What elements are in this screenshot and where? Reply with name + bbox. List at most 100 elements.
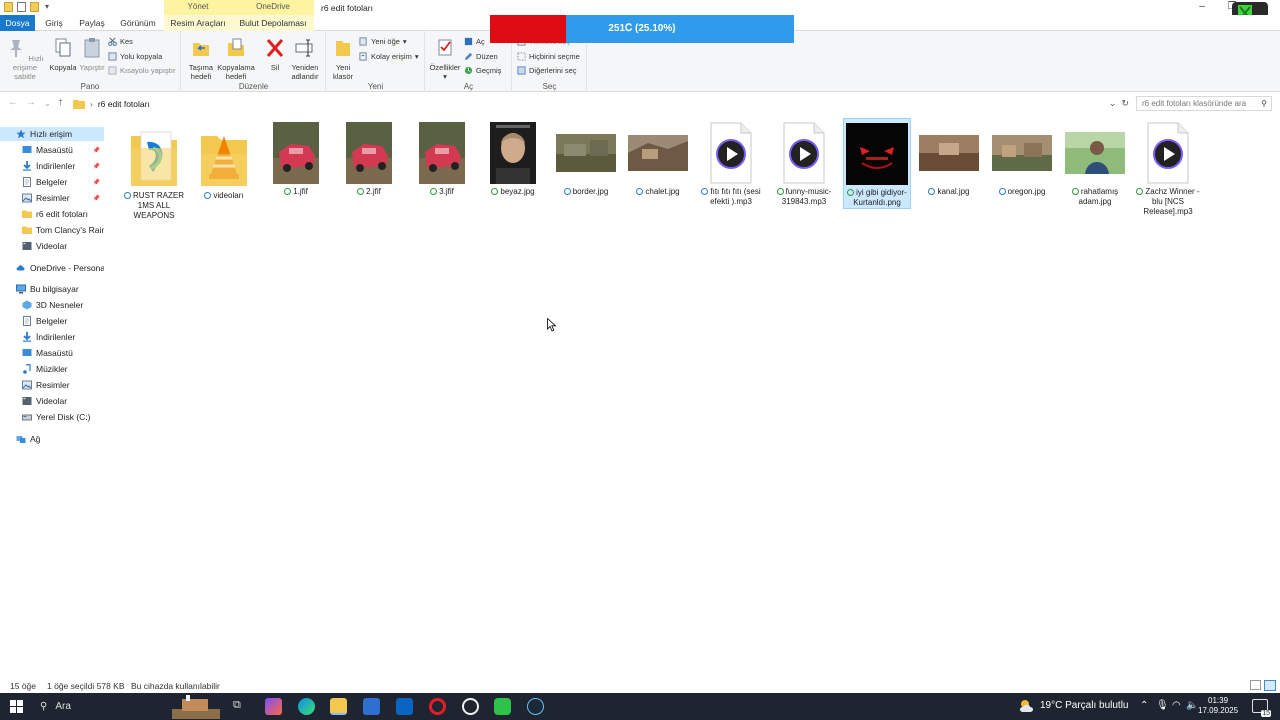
file-item[interactable]: beyaz.jpg	[479, 118, 547, 197]
copy-path-button[interactable]: Yolu kopyala	[108, 52, 162, 61]
copy-to-button[interactable]: Kopyalama hedefi	[216, 37, 256, 81]
minimize-button[interactable]: –	[1192, 0, 1212, 15]
file-item[interactable]: RUST RAZER 1MS ALL WEAPONS	[120, 122, 188, 221]
paste-shortcut-button[interactable]: Kısayolu yapıştır	[108, 66, 175, 75]
steam-icon[interactable]	[527, 698, 544, 715]
large-icons-view-icon[interactable]	[1264, 680, 1276, 691]
file-item[interactable]: iyi gibi gidiyor-Kurtanldı.png	[843, 118, 911, 209]
nav-pc-item-5[interactable]: Resimler	[0, 378, 104, 392]
context-tab-manage[interactable]: Yönet	[164, 0, 232, 15]
opera-icon[interactable]	[429, 698, 446, 715]
tab-share[interactable]: Paylaş	[76, 15, 108, 31]
file-item[interactable]: 3.jfif	[408, 118, 476, 197]
weather-text[interactable]: 19°C Parçalı bulutlu	[1040, 700, 1129, 711]
file-item[interactable]: Zachz Winner - blu [NCS Release].mp3	[1134, 118, 1202, 217]
outlook-icon[interactable]	[396, 698, 413, 715]
history-button[interactable]: Geçmiş	[464, 66, 501, 75]
file-item[interactable]: border.jpg	[552, 118, 620, 197]
nav-network[interactable]: Ağ	[0, 432, 104, 446]
copilot-icon[interactable]	[265, 698, 282, 715]
forward-arrow-icon[interactable]: →	[26, 97, 36, 108]
nav-quick-item-6[interactable]: Videolar	[0, 239, 104, 253]
tab-file[interactable]: Dosya	[0, 15, 35, 31]
chevron-down-icon[interactable]: ⌄	[1109, 98, 1117, 109]
details-view-icon[interactable]	[1250, 680, 1261, 690]
nav-pc-item-7[interactable]: Yerel Disk (C:)	[0, 410, 104, 424]
file-explorer-taskbar-icon[interactable]	[330, 698, 347, 715]
file-item[interactable]: chalet.jpg	[624, 118, 692, 197]
tab-view[interactable]: Görünüm	[116, 15, 160, 31]
easy-access-button[interactable]: Kolay erişim ▾	[359, 52, 419, 61]
paste-button[interactable]: Yapıştır	[78, 37, 106, 72]
pin-quick-access-button[interactable]: Hızlı erişime sabitle	[4, 37, 46, 81]
green-app-icon[interactable]	[494, 698, 511, 715]
tab-home[interactable]: Giriş	[40, 15, 68, 31]
speedometer-icon[interactable]	[462, 698, 479, 715]
properties-quick-icon[interactable]	[17, 2, 26, 12]
file-item[interactable]: 1.jfif	[262, 118, 330, 197]
nav-this-pc[interactable]: Bu bilgisayar	[0, 282, 104, 296]
context-tab-onedrive[interactable]: OneDrive	[232, 0, 314, 15]
nav-pc-item-2[interactable]: İndirilenler	[0, 330, 104, 344]
invert-selection-button[interactable]: Diğerlerini seç	[517, 66, 577, 75]
file-name: border.jpg	[552, 187, 620, 197]
nav-quick-item-0[interactable]: Masaüstü 📌	[0, 143, 104, 157]
breadcrumb[interactable]: r6 edit fotoları	[98, 99, 150, 109]
file-item[interactable]: kanal.jpg	[915, 118, 983, 197]
nav-pc-item-0[interactable]: 3D Nesneler	[0, 298, 104, 312]
properties-button[interactable]: Özellikler ▾	[428, 37, 462, 81]
file-item[interactable]: funny-music-319843.mp3	[770, 118, 838, 207]
back-arrow-icon[interactable]: ←	[8, 97, 18, 108]
file-name-text: Zachz Winner - blu [NCS Release].mp3	[1143, 187, 1200, 216]
nav-pc-item-3[interactable]: Masaüstü	[0, 346, 104, 360]
recent-chevron-icon[interactable]: ⌄	[44, 99, 51, 108]
edge-icon[interactable]	[298, 698, 315, 715]
photo-image-icon	[1065, 132, 1125, 174]
delete-button[interactable]: Sil	[264, 37, 286, 72]
nav-quick-item-5[interactable]: Tom Clancy's Rainb	[0, 223, 104, 237]
nav-quick-item-2[interactable]: Belgeler 📌	[0, 175, 104, 189]
notification-icon[interactable]: 15	[1252, 699, 1271, 717]
windows-start-icon[interactable]	[10, 700, 23, 713]
search-input[interactable]: r6 edit fotoları klasöründe ara ⚲	[1136, 96, 1272, 111]
taskbar-search[interactable]: ⚲ Ara	[32, 693, 222, 720]
file-item[interactable]: rahatlamış adam.jpg	[1061, 118, 1129, 207]
nav-quick-item-4[interactable]: r6 edit fotoları	[0, 207, 104, 221]
tab-picture-tools[interactable]: Resim Araçları	[164, 15, 232, 31]
select-none-button[interactable]: Hiçbirini seçme	[517, 52, 580, 61]
wifi-icon[interactable]: ◠	[1172, 700, 1181, 711]
nav-quick-item-1[interactable]: İndirilenler 📌	[0, 159, 104, 173]
nav-quick-item-3[interactable]: Resimler 📌	[0, 191, 104, 205]
tray-chevron-icon[interactable]: ⌃	[1140, 700, 1148, 711]
address-input[interactable]: › r6 edit fotoları ⌄ ↻	[72, 96, 1132, 111]
store-icon[interactable]	[363, 698, 380, 715]
move-to-button[interactable]: Taşıma hedefi	[186, 37, 216, 81]
weather-icon[interactable]	[1018, 698, 1036, 714]
tab-cloud-storage[interactable]: Bulut Depolaması	[232, 15, 314, 31]
file-item[interactable]: oregon.jpg	[988, 118, 1056, 197]
up-arrow-icon[interactable]: ↑	[58, 97, 63, 108]
nav-pc-item-6[interactable]: Videolar	[0, 394, 104, 408]
refresh-icon[interactable]: ↻	[1121, 98, 1131, 109]
file-item[interactable]: 2.jfif	[335, 118, 403, 197]
new-item-button[interactable]: Yeni öğe ▾	[359, 37, 407, 46]
nav-pc-item-1[interactable]: Belgeler	[0, 314, 104, 328]
cut-button[interactable]: Kes	[108, 37, 133, 46]
microphone-icon[interactable]: 🎙	[1156, 700, 1169, 711]
copy-button[interactable]: Kopyala	[48, 37, 78, 72]
volume-icon[interactable]: 🔈	[1186, 700, 1198, 711]
group-organize: Taşıma hedefi Kopyalama hedefi Sil Yenid…	[182, 31, 326, 92]
task-view-icon[interactable]: ⧉	[233, 699, 241, 712]
nav-pc-item-4[interactable]: Müzikler	[0, 362, 104, 376]
file-item[interactable]: videoları	[190, 122, 258, 201]
file-item[interactable]: fıtı fıtı fıtı (sesi efekti ).mp3	[697, 118, 765, 207]
nav-onedrive[interactable]: OneDrive - Personal	[0, 261, 104, 275]
taskbar-clock[interactable]: 01:39 17.09.2025	[1198, 696, 1238, 716]
open-button[interactable]: Aç	[464, 37, 485, 46]
nav-quick-access[interactable]: Hızlı erişim	[0, 127, 104, 141]
rename-button[interactable]: Yeniden adlandır	[288, 37, 322, 81]
new-folder-quick-icon[interactable]	[30, 2, 39, 12]
chevron-down-icon[interactable]: ▾	[43, 2, 51, 12]
new-folder-button[interactable]: Yeni klasör	[329, 37, 357, 81]
edit-button[interactable]: Düzen	[464, 52, 498, 61]
